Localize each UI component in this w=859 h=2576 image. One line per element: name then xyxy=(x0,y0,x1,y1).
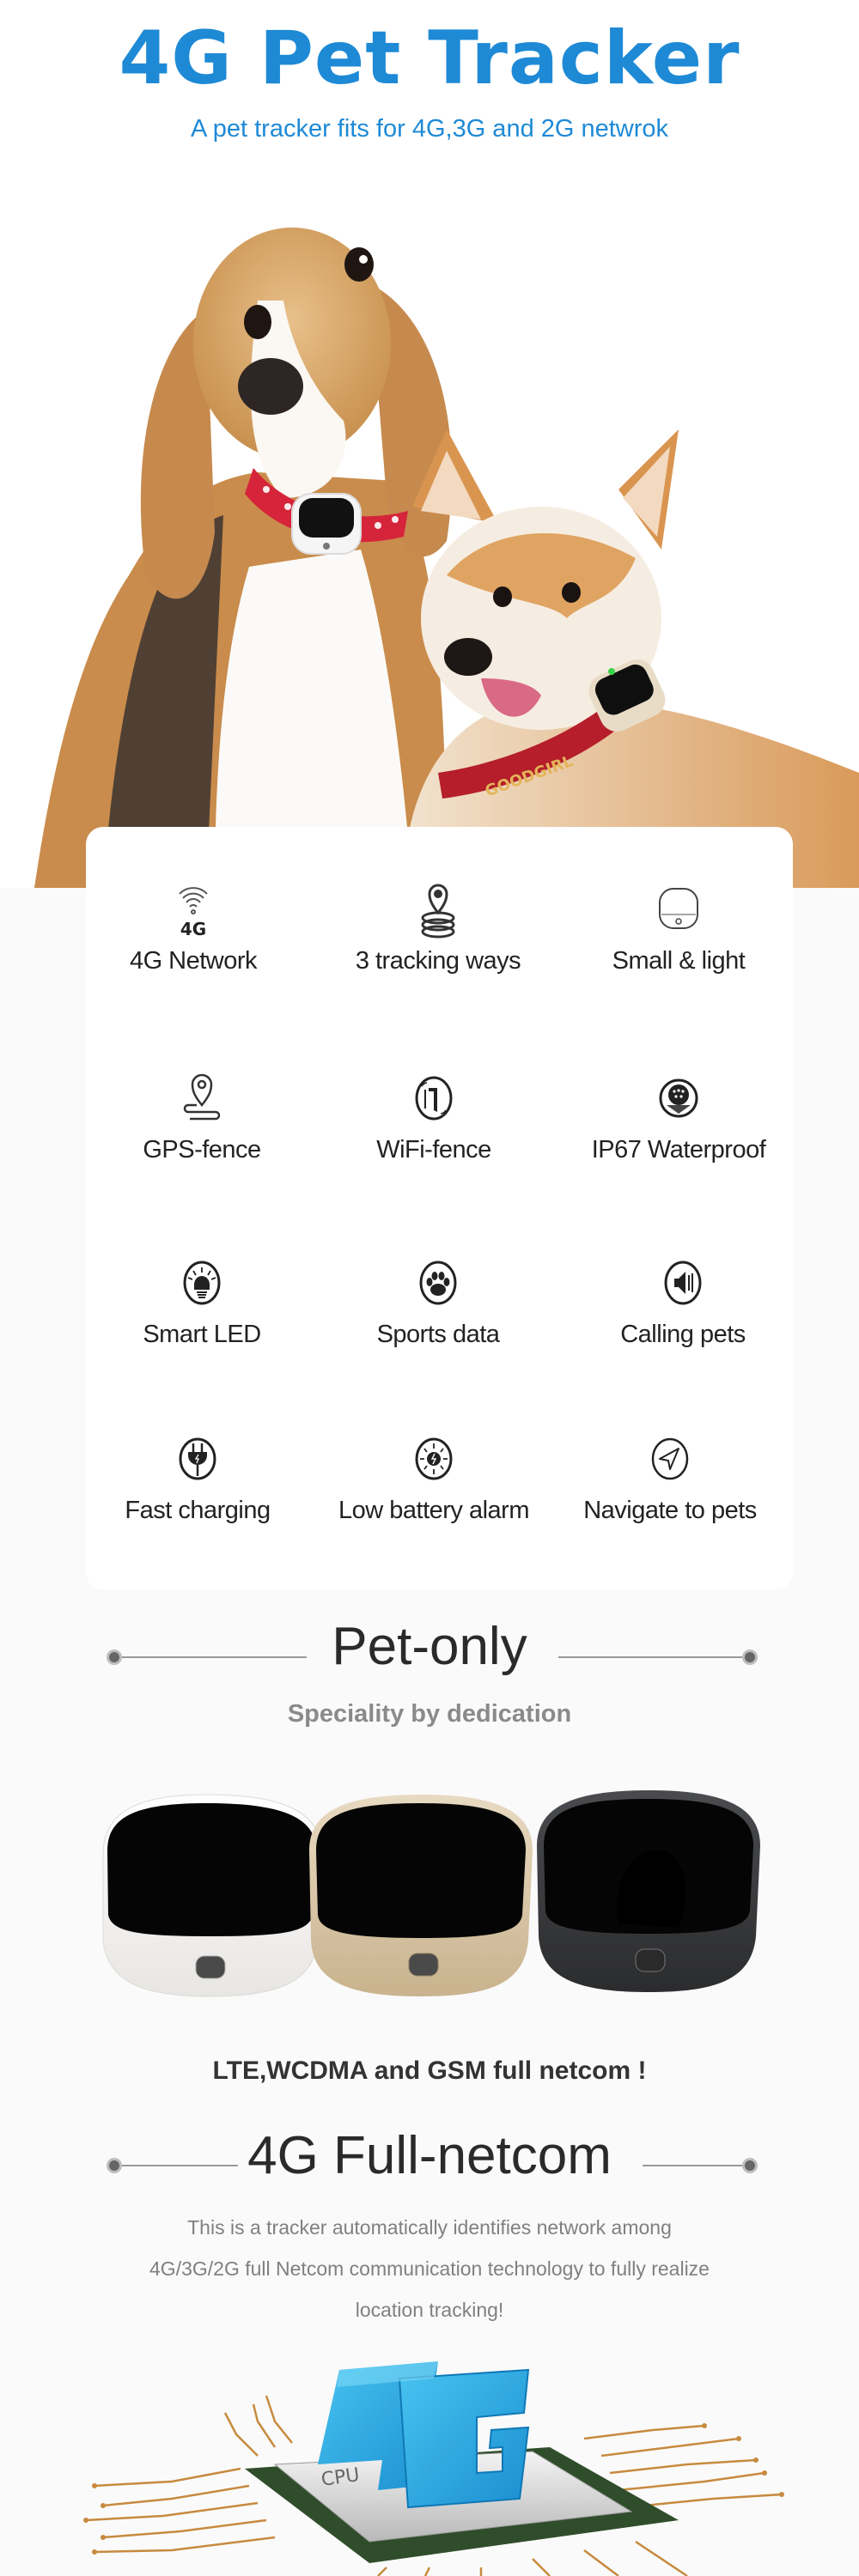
feature-sports-data: Sports data xyxy=(326,1252,550,1349)
feature-label: Sports data xyxy=(376,1321,500,1348)
feature-label: Low battery alarm xyxy=(338,1497,530,1524)
description-line: This is a tracker automatically identifi… xyxy=(187,2216,672,2239)
speaker-icon xyxy=(664,1261,702,1305)
feature-calling-pets: Calling pets xyxy=(571,1252,795,1349)
feature-tracking-ways: 3 tracking ways xyxy=(326,878,550,975)
netcom-title: 4G Full-netcom xyxy=(247,2126,612,2185)
hero-image: GOODGIRL xyxy=(0,172,859,888)
feature-label: WiFi-fence xyxy=(376,1136,491,1163)
feature-label: IP67 Waterproof xyxy=(591,1136,766,1163)
feature-navigate: Navigate to pets xyxy=(558,1428,782,1525)
navigate-icon xyxy=(651,1437,689,1480)
netcom-description: This is a tracker automatically identifi… xyxy=(0,2207,859,2330)
corgi: GOODGIRL xyxy=(404,429,859,888)
feature-label: 3 tracking ways xyxy=(355,947,521,975)
svg-text:4G: 4G xyxy=(180,919,206,939)
led-bulb-icon xyxy=(183,1261,221,1305)
divider-dot-right xyxy=(742,1649,758,1665)
wifi-4g-icon: 4G xyxy=(179,887,208,939)
feature-card: 4G 4G Network 3 tracking ways Small & li… xyxy=(86,827,793,1589)
tracker-gold xyxy=(309,1795,533,1996)
feature-label: Fast charging xyxy=(125,1497,271,1524)
page-subtitle: A pet tracker fits for 4G,3G and 2G netw… xyxy=(190,115,669,143)
tracker-white xyxy=(102,1794,323,1997)
feature-label: Calling pets xyxy=(620,1321,746,1348)
feature-4g-network: 4G 4G Network xyxy=(82,878,305,975)
feature-small-light: Small & light xyxy=(567,878,790,975)
chip-4g-image: CPU xyxy=(83,2361,784,2576)
feature-wifi-fence: WiFi-fence xyxy=(322,1067,545,1164)
wifi-fence-icon xyxy=(415,1076,453,1121)
page-title: 4G Pet Tracker xyxy=(119,15,740,101)
feature-waterproof: IP67 Waterproof xyxy=(567,1067,790,1164)
low-battery-icon xyxy=(415,1437,453,1480)
divider-line-right xyxy=(558,1656,746,1658)
beagle xyxy=(34,228,452,888)
location-stack-icon xyxy=(421,884,455,939)
trackers-image xyxy=(102,1790,760,1997)
plug-icon xyxy=(179,1437,216,1480)
feature-label: 4G Network xyxy=(129,947,258,975)
netcom-tagline: LTE,WCDMA and GSM full netcom ! xyxy=(212,2057,647,2085)
tracker-black xyxy=(537,1790,760,1992)
description-line: 4G/3G/2G full Netcom communication techn… xyxy=(149,2257,710,2280)
paw-icon xyxy=(419,1261,457,1305)
gps-fence-icon xyxy=(183,1073,221,1121)
waterproof-icon xyxy=(659,1078,698,1118)
description-line: location tracking! xyxy=(355,2299,504,2321)
feature-label: Navigate to pets xyxy=(583,1497,757,1524)
feature-label: Smart LED xyxy=(143,1321,261,1348)
feature-smart-led: Smart LED xyxy=(90,1252,314,1349)
divider-dot-right xyxy=(742,2158,758,2173)
feature-fast-charging: Fast charging xyxy=(86,1428,309,1525)
device-outline-icon xyxy=(659,888,698,929)
pet-only-subtitle: Speciality by dedication xyxy=(287,1700,572,1728)
dogs-illustration: GOODGIRL xyxy=(34,228,859,888)
feature-label: Small & light xyxy=(612,947,746,975)
feature-label: GPS-fence xyxy=(143,1136,261,1163)
feature-gps-fence: GPS-fence xyxy=(90,1067,314,1164)
divider-line-right xyxy=(643,2165,746,2166)
page-header: 4G Pet Tracker A pet tracker fits for 4G… xyxy=(0,0,859,172)
pet-only-title: Pet-only xyxy=(332,1617,527,1676)
feature-low-battery: Low battery alarm xyxy=(322,1428,545,1525)
